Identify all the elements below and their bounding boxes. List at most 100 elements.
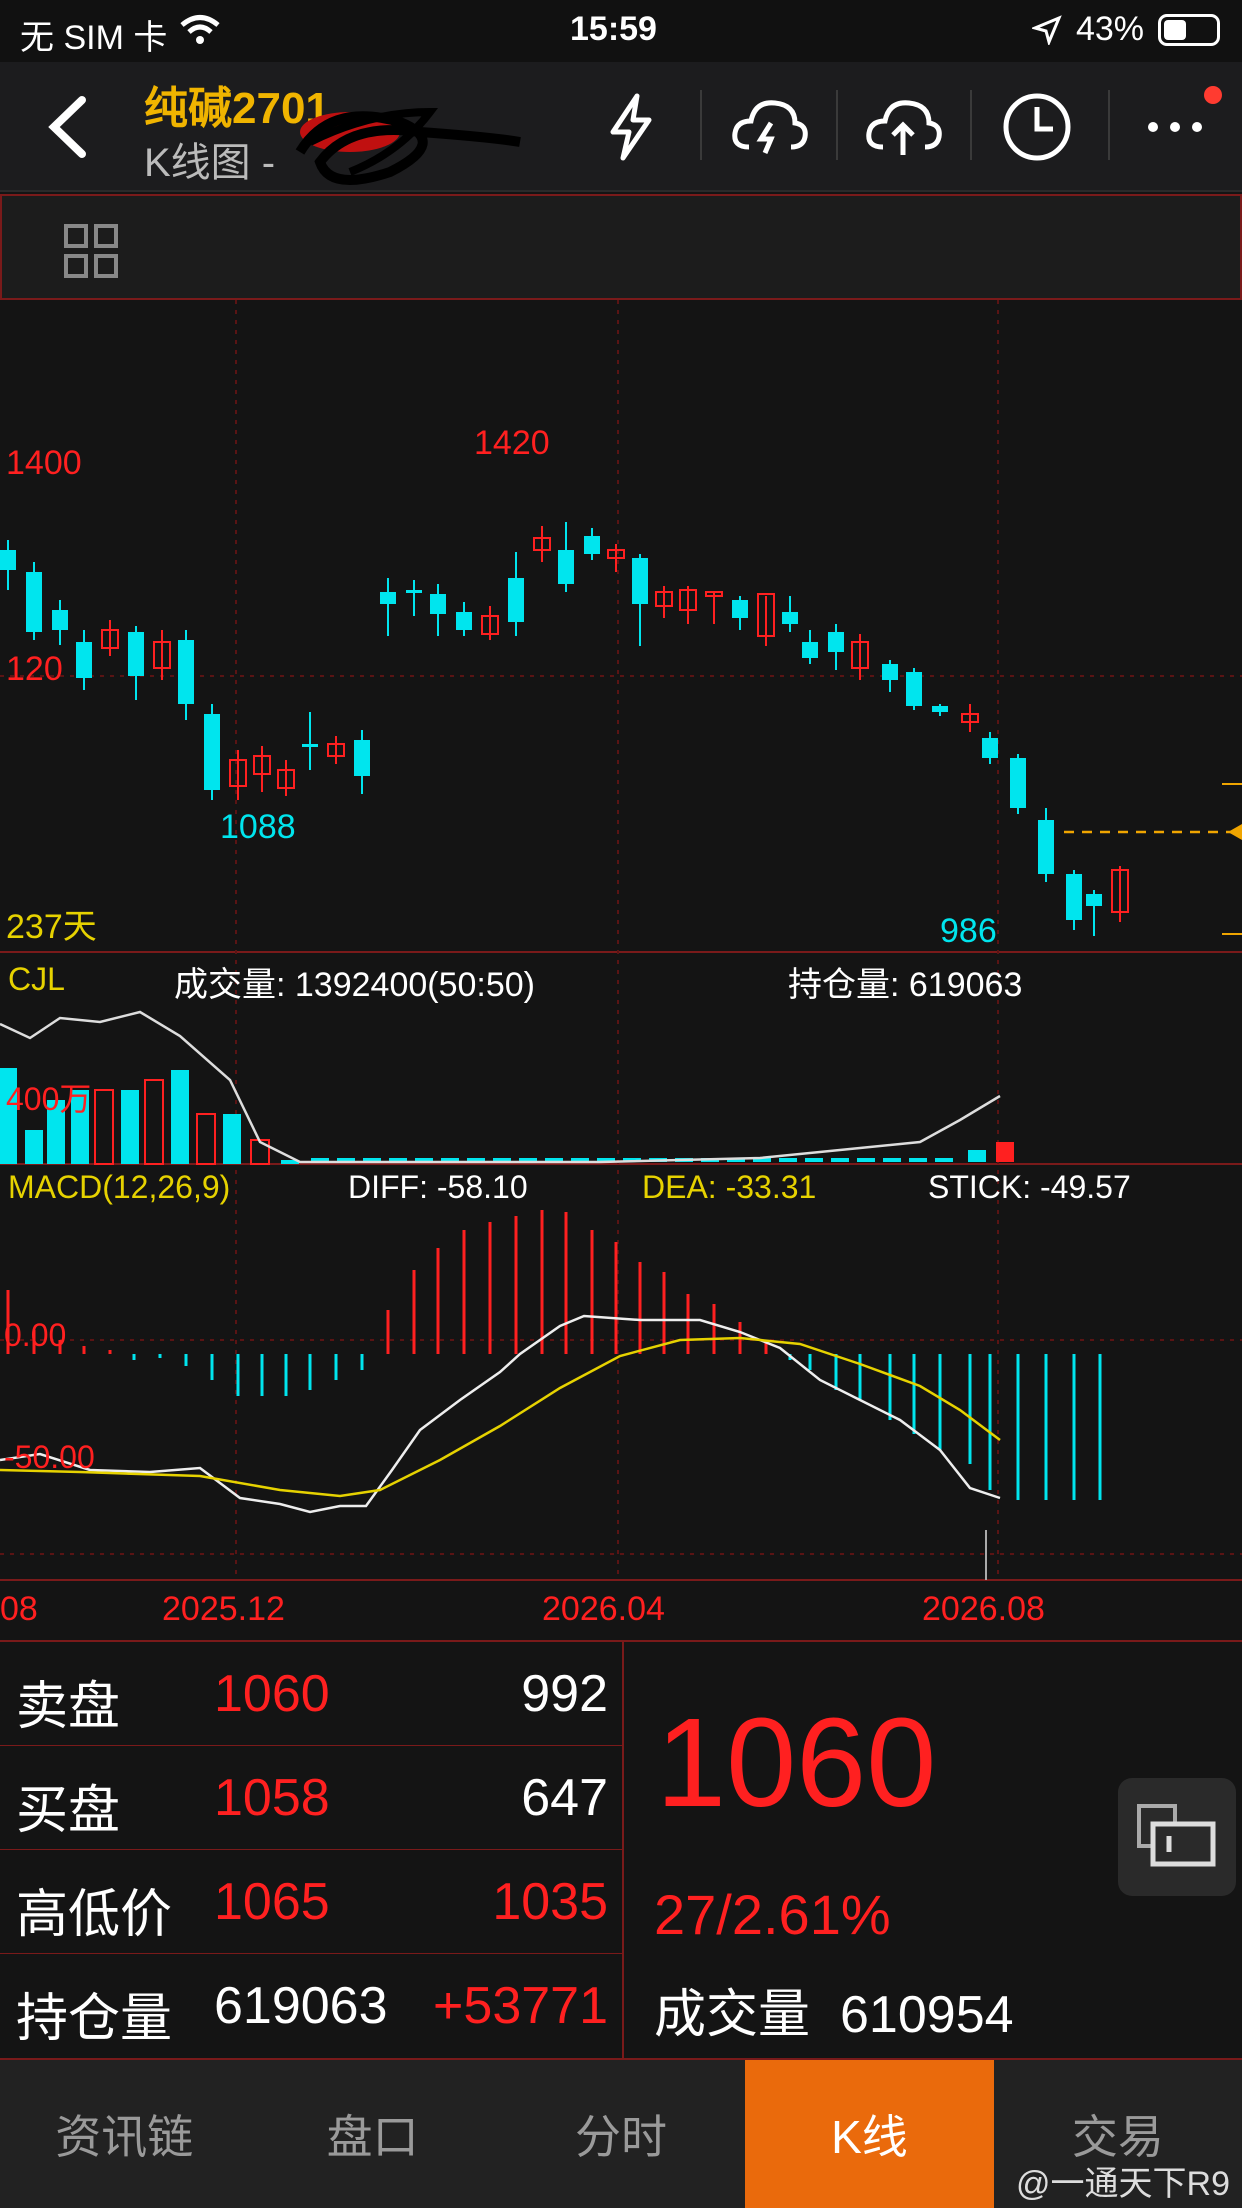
candle-body: [782, 612, 798, 624]
candle-body: [802, 642, 818, 658]
candle-body: [26, 572, 42, 632]
wifi-icon: [180, 15, 220, 44]
ask-label: 卖盘: [16, 1678, 121, 1736]
low-price: 1035: [492, 1873, 608, 1931]
volume-axis-label: 400万: [6, 1081, 91, 1117]
candle-body: [128, 632, 144, 676]
tab-news-chain[interactable]: 资讯链: [0, 2060, 248, 2208]
ask-size: 992: [521, 1665, 608, 1723]
volume-bar: [171, 1070, 189, 1164]
high-low-label: 高低价: [16, 1886, 173, 1944]
high-price: 1065: [214, 1873, 330, 1931]
chart-subtitle: K线图 -: [144, 141, 276, 185]
volume-bar: [935, 1158, 953, 1162]
back-arrow-icon[interactable]: [36, 92, 106, 162]
quote-panel: 卖盘 1060 992 买盘 1058 647 高低价 1065 1035 持仓…: [0, 1640, 1242, 2058]
volume-bars: [0, 1068, 1014, 1165]
redaction-scribble: [295, 107, 521, 185]
volume-bar: [250, 1139, 270, 1165]
volume-bar: [25, 1130, 43, 1164]
battery-percent: 43%: [1075, 10, 1144, 48]
volume-bar: [831, 1158, 849, 1162]
window-icon: [1137, 1804, 1216, 1867]
date-tick-0: 08: [0, 1590, 38, 1628]
candle-body: [1010, 758, 1026, 808]
volume-bar: [223, 1114, 241, 1164]
macd-title: MACD(12,26,9): [8, 1169, 230, 1205]
candle-body: [204, 714, 220, 790]
volume-bar: [857, 1158, 875, 1162]
candle-body: [932, 706, 948, 712]
weibo-watermark: @一通天下R9: [1016, 2165, 1230, 2203]
chart-toolbar: [0, 194, 1242, 300]
price-marker-arrow: [1228, 824, 1242, 840]
macd-stick-label: STICK: -49.57: [928, 1169, 1131, 1205]
date-tick-2: 2026.04: [542, 1590, 665, 1628]
candle-body: [1086, 894, 1102, 906]
ask-price: 1060: [214, 1665, 330, 1723]
tab-order-book[interactable]: 盘口: [248, 2060, 496, 2208]
low-mid-label: 1088: [220, 808, 296, 846]
open-interest-row: 持仓量 619063 +53771: [0, 1954, 622, 2058]
macd-zero-label: 0.00: [4, 1317, 66, 1353]
y-tick-1400: 1400: [6, 444, 82, 482]
date-tick-3: 2026.08: [922, 1590, 1045, 1628]
price-change: 27/2.61%: [654, 1883, 891, 1946]
candle-body: [828, 632, 844, 652]
volume-bar: [144, 1079, 164, 1165]
candle-body: [52, 610, 68, 630]
oi-change: +53771: [433, 1977, 608, 2035]
volume-row: 成交量 610954: [654, 1972, 1014, 2047]
battery-icon: [1158, 13, 1220, 46]
tab-kline[interactable]: K线: [745, 2060, 994, 2208]
volume-bar: [883, 1158, 901, 1162]
clock-icon[interactable]: [992, 82, 1082, 172]
candle-body: [178, 640, 194, 704]
tab-intraday[interactable]: 分时: [497, 2060, 745, 2208]
kline-chart[interactable]: 1400 120 1420 1088 986 237天 CJL 成交量: 139…: [0, 300, 1242, 1640]
bid-row: 买盘 1058 647: [0, 1746, 622, 1850]
volume-value-label: 成交量: 1392400(50:50): [174, 966, 535, 1004]
macd-neg50-label: -50.00: [4, 1439, 95, 1475]
grid-menu-icon[interactable]: [62, 222, 120, 280]
high-label: 1420: [474, 424, 550, 462]
candle-body: [302, 744, 318, 747]
volume-label: 成交量: [654, 1986, 811, 2044]
bid-size: 647: [521, 1769, 608, 1827]
float-window-button[interactable]: [1118, 1778, 1236, 1896]
candlesticks: [0, 522, 1129, 936]
cloud-upload-icon[interactable]: [858, 82, 948, 172]
volume-bar: [196, 1113, 216, 1165]
oi-value-label: 持仓量: 619063: [788, 966, 1022, 1004]
macd-dea-label: DEA: -33.31: [642, 1169, 816, 1205]
volume-oi-line: [0, 1010, 1001, 1164]
volume-bar: [968, 1150, 986, 1162]
low-label: 986: [940, 912, 997, 950]
candle-body: [380, 592, 396, 604]
chart-grid: [0, 300, 1242, 1581]
bid-price: 1058: [214, 1769, 330, 1827]
candle-body: [406, 590, 422, 593]
days-label: 237天: [6, 908, 97, 946]
volume-title: CJL: [8, 961, 65, 997]
cloud-lightning-icon[interactable]: [724, 82, 814, 172]
carrier-label: 无 SIM 卡: [20, 19, 168, 57]
oi-value: 619063: [214, 1977, 388, 2035]
volume-bar: [94, 1089, 114, 1165]
candle-body: [584, 536, 600, 554]
candle-body: [76, 642, 92, 678]
lightning-icon[interactable]: [586, 82, 676, 172]
volume-bar: [121, 1090, 139, 1164]
candle-body: [1066, 874, 1082, 920]
clock-time: 15:59: [570, 10, 657, 48]
candle-body: [906, 672, 922, 706]
volume-bar: [779, 1158, 797, 1162]
candle-body: [558, 550, 574, 584]
candle-body: [882, 664, 898, 680]
location-arrow-icon: [1031, 14, 1062, 45]
candle-body: [430, 594, 446, 614]
candle-body: [732, 600, 748, 618]
candle-body: [0, 550, 16, 570]
ask-row: 卖盘 1060 992: [0, 1642, 622, 1746]
macd-diff-label: DIFF: -58.10: [348, 1169, 528, 1205]
